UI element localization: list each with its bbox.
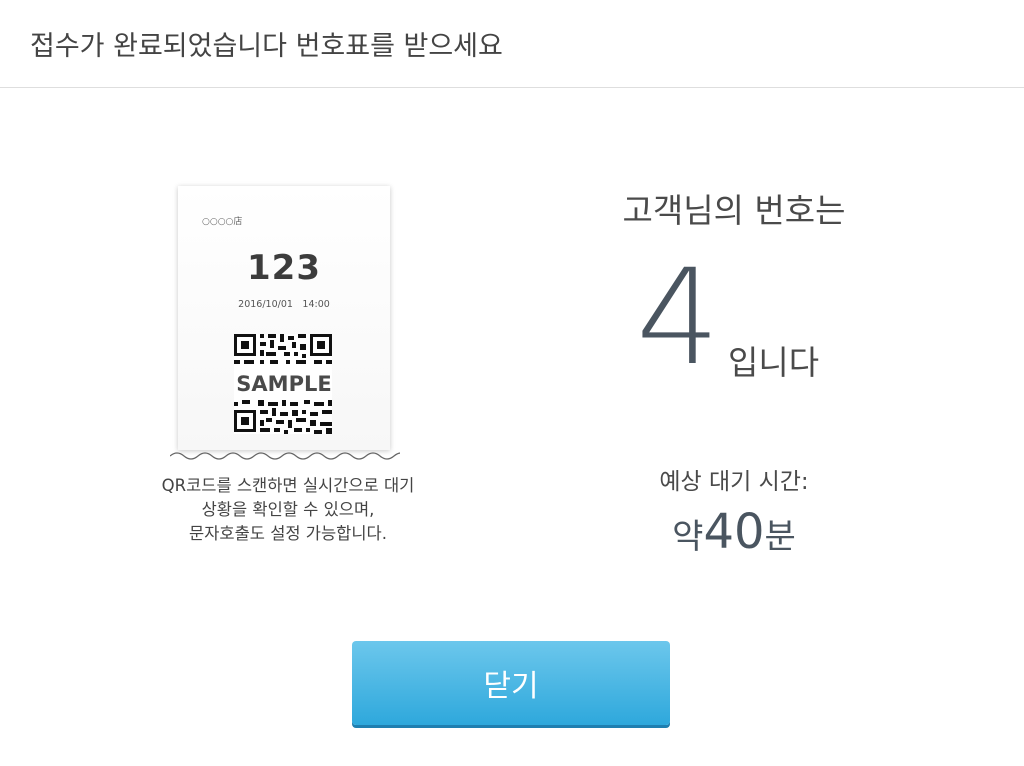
ticket-torn-edge [170,452,400,460]
wait-time-value: 약40분 [580,504,888,560]
wait-time-unit: 분 [764,517,796,557]
ticket-datetime: 2016/10/01 14:00 [238,299,330,310]
customer-number-label: 고객님의 번호는 [622,191,846,230]
header-bar: 접수가 완료되었습니다 번호표를 받으세요 [0,0,1024,88]
customer-number: 4 [636,241,720,395]
wait-time-label: 예상 대기 시간: [659,469,809,495]
customer-number-suffix: 입니다 [728,343,820,382]
ticket-store-name: ○○○○店 [202,217,243,227]
qr-instruction-text: QR코드를 스캔하면 실시간으로 대기 상황을 확인할 수 있으며, 문자호출도… [130,474,446,546]
qr-sample-watermark: SAMPLE [236,372,332,396]
ticket-illustration: ○○○○店 123 2016/10/01 14:00 SAMPLE [178,186,390,450]
wait-time-minutes: 40 [703,504,765,560]
qr-instruction-line: QR코드를 스캔하면 실시간으로 대기 [161,476,415,495]
wait-time-prefix: 약 [672,517,704,557]
ticket-number: 123 [247,248,321,288]
close-button[interactable]: 닫기 [352,641,670,725]
page-title: 접수가 완료되었습니다 번호표를 받으세요 [30,31,503,62]
qr-instruction-line: 문자호출도 설정 가능합니다. [189,524,387,543]
qr-instruction-line: 상황을 확인할 수 있으며, [201,500,375,519]
close-button-label: 닫기 [483,669,539,704]
